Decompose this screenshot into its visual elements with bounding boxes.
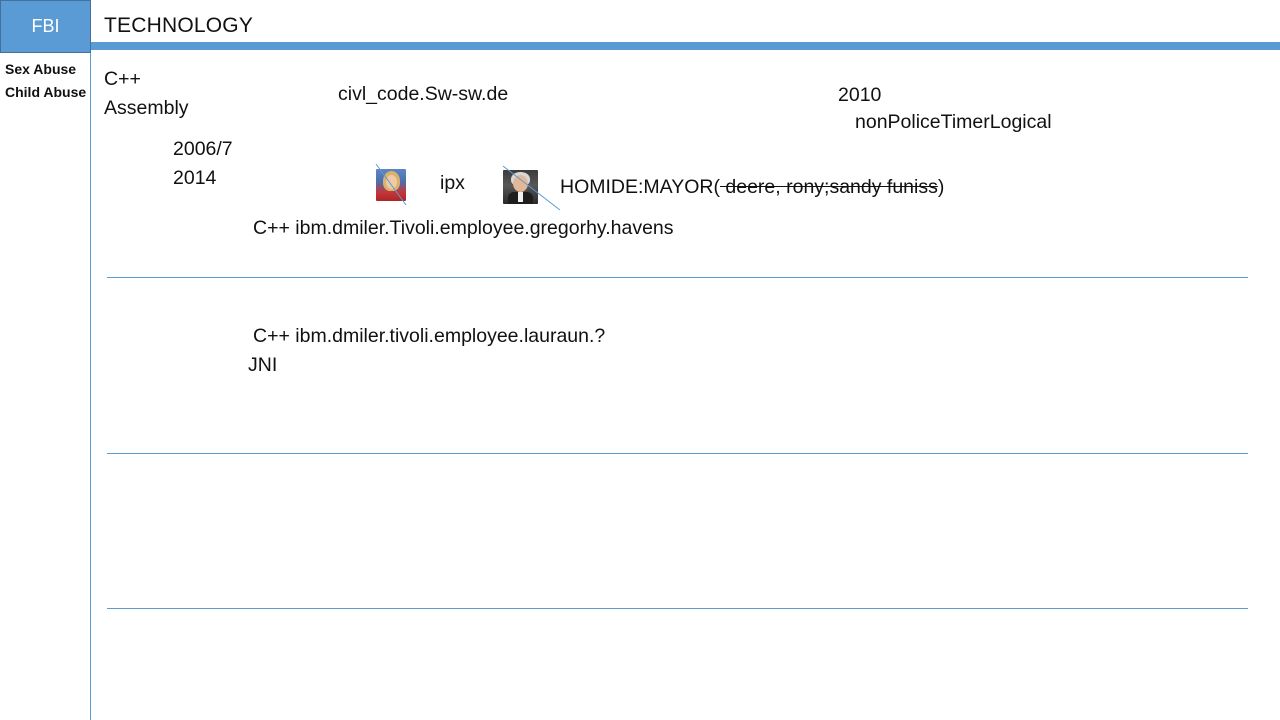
- language-cpp: C++: [104, 68, 141, 90]
- photo-slash-line: [502, 165, 561, 211]
- protocol-text: ipx: [440, 172, 465, 194]
- fbi-badge: FBI: [0, 0, 91, 53]
- year-text: 2010: [838, 84, 882, 106]
- photo-slash-line: [375, 163, 407, 206]
- homicide-suffix: ): [937, 176, 945, 198]
- sidebar-divider: [90, 53, 91, 720]
- row-divider: [107, 453, 1248, 454]
- sidebar-label-sex-abuse: Sex Abuse: [5, 61, 77, 77]
- row-divider: [107, 608, 1248, 609]
- logical-text: nonPoliceTimerLogical: [855, 111, 1052, 133]
- fbi-badge-label: FBI: [31, 16, 60, 36]
- row-divider: [107, 277, 1248, 278]
- date-range-end: 2014: [173, 167, 217, 189]
- domain-text: civl_code.Sw-sw.de: [338, 83, 509, 105]
- slide: FBI TECHNOLOGY Sex Abuse Child Abuse C++…: [0, 0, 1280, 720]
- header-divider: [91, 42, 1280, 50]
- jni-text: JNI: [248, 354, 278, 376]
- employee-line-1: C++ ibm.dmiler.Tivoli.employee.gregorhy.…: [253, 217, 674, 239]
- homicide-prefix: HOMIDE:MAYOR(: [560, 176, 720, 198]
- language-assembly: Assembly: [104, 97, 189, 119]
- date-range-start: 2006/7: [173, 138, 233, 160]
- homicide-struck-names: deere, rony;sandy funiss: [719, 176, 938, 198]
- sidebar-label-child-abuse: Child Abuse: [5, 84, 87, 100]
- employee-line-2: C++ ibm.dmiler.tivoli.employee.lauraun.?: [253, 325, 606, 347]
- page-title: TECHNOLOGY: [104, 14, 254, 37]
- homicide-text: HOMIDE:MAYOR( deere, rony;sandy funiss): [560, 176, 944, 199]
